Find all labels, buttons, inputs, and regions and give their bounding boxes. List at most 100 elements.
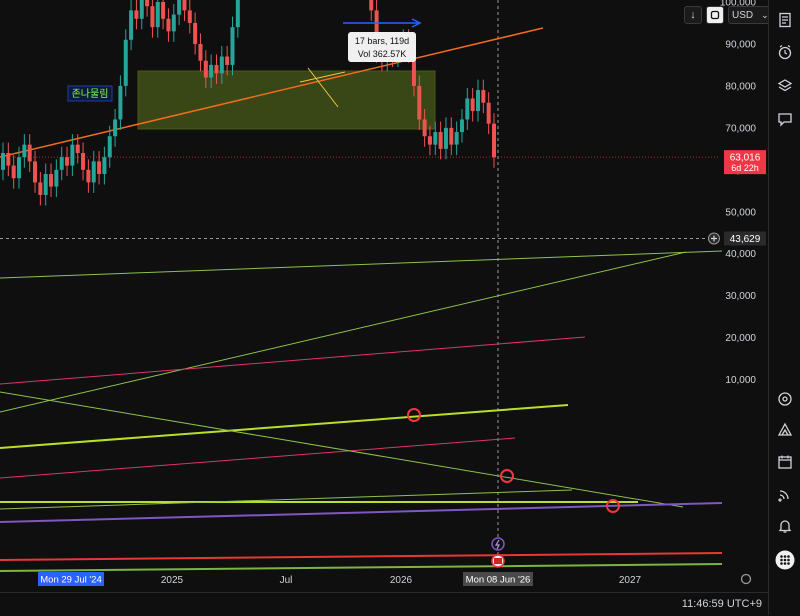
watchlist-icon[interactable] xyxy=(777,12,793,28)
candle-body xyxy=(465,98,470,120)
candle-body xyxy=(203,60,208,78)
candle-body xyxy=(171,14,176,32)
candle-body xyxy=(161,2,166,19)
annotation-label: 존나물림 xyxy=(72,88,109,100)
bell-icon[interactable] xyxy=(777,518,793,534)
candle-body xyxy=(486,102,491,124)
candle-body xyxy=(459,119,464,133)
zone-rectangle[interactable] xyxy=(137,70,436,130)
candle-body xyxy=(134,10,139,19)
candle-body xyxy=(113,119,118,137)
candle-body xyxy=(433,132,438,145)
right-sidebar xyxy=(768,0,800,615)
top-toolbar: ↓ USD ⌄ xyxy=(684,6,773,24)
price-label-countdown: 6d 22h xyxy=(731,163,759,173)
candle-body xyxy=(65,157,70,166)
candle-body xyxy=(225,56,230,65)
candle-body xyxy=(214,64,219,74)
candle-body xyxy=(118,85,123,120)
candle-body xyxy=(70,144,75,166)
candle-body xyxy=(59,157,64,170)
y-tick-label: 10,000 xyxy=(725,375,756,386)
ideas-icon[interactable] xyxy=(777,422,793,438)
y-tick-label: 70,000 xyxy=(725,123,756,134)
price-label-last-text: 63,016 xyxy=(730,153,761,164)
candle-body xyxy=(454,132,459,145)
date-badge-right-text: Mon 08 Jun '26 xyxy=(466,575,531,586)
date-badge-left-text: Mon 29 Jul '24 xyxy=(40,575,102,586)
x-tick-label: 2026 xyxy=(390,575,413,586)
candle-body xyxy=(33,161,38,183)
candle-body xyxy=(102,157,107,174)
price-chart[interactable]: 17 bars, 119dVol 362.57K존나물림 130,000120,… xyxy=(0,0,768,592)
candle-body xyxy=(427,136,432,145)
candle-body xyxy=(86,169,91,183)
candle-body xyxy=(177,0,182,15)
candle-body xyxy=(1,153,5,170)
candle-body xyxy=(38,182,43,195)
candle-body xyxy=(91,161,96,183)
candle-body xyxy=(155,2,160,28)
calendar-icon[interactable] xyxy=(777,454,793,470)
candle-body xyxy=(145,0,150,7)
candle-body xyxy=(235,0,240,28)
x-tick-label: 2027 xyxy=(619,575,642,586)
alarm-clock-icon[interactable] xyxy=(777,44,793,60)
candle-body xyxy=(198,43,203,61)
layers-icon[interactable] xyxy=(777,78,793,94)
candle-body xyxy=(475,90,480,112)
candle-body xyxy=(6,153,11,166)
candle-body xyxy=(193,22,198,44)
candle-body xyxy=(481,90,486,103)
candle-body xyxy=(129,10,134,40)
y-tick-label: 40,000 xyxy=(725,249,756,260)
candle-body xyxy=(187,10,192,23)
candle-body xyxy=(150,6,155,28)
tooltip-bars: 17 bars, 119d xyxy=(355,36,409,46)
candle-body xyxy=(107,136,112,158)
y-tick-label: 90,000 xyxy=(725,39,756,50)
candle-body xyxy=(219,56,224,74)
auto-scale-icon[interactable] xyxy=(706,6,724,24)
candle-body xyxy=(11,165,16,179)
price-label-crosshair-text: 43,629 xyxy=(730,234,761,245)
x-tick-label: Jul xyxy=(280,575,293,586)
x-tick-label: 2025 xyxy=(161,575,184,586)
candle-body xyxy=(209,64,214,78)
candle-body xyxy=(17,157,22,179)
down-arrow-button[interactable]: ↓ xyxy=(684,6,702,24)
candle-body xyxy=(123,39,128,86)
clock[interactable]: 11:46:59 UTC+9 xyxy=(682,598,762,610)
candle-body xyxy=(49,173,54,187)
candle-body xyxy=(230,27,235,65)
y-tick-label: 20,000 xyxy=(725,333,756,344)
candle-body xyxy=(43,173,48,195)
status-bar: 11:46:59 UTC+9 xyxy=(0,592,768,616)
candle-body xyxy=(443,127,448,149)
candle-body xyxy=(27,144,32,162)
y-tick-label: 80,000 xyxy=(725,81,756,92)
candle-body xyxy=(182,0,187,11)
candle-body xyxy=(369,0,374,11)
target-icon[interactable] xyxy=(777,391,793,407)
candle-body xyxy=(422,119,427,137)
currency-select[interactable]: USD ⌄ xyxy=(728,6,773,24)
candle-body xyxy=(417,85,422,120)
candle-body xyxy=(470,98,475,112)
candle-body xyxy=(449,127,454,145)
candle-body xyxy=(97,161,102,174)
y-tick-label: 30,000 xyxy=(725,291,756,302)
broadcast-icon[interactable] xyxy=(777,486,793,502)
candle-body xyxy=(438,132,443,149)
candle-body xyxy=(81,153,86,170)
flag-glyph xyxy=(494,558,502,564)
candle-body xyxy=(54,169,59,187)
y-tick-label: 50,000 xyxy=(725,207,756,218)
chat-icon[interactable] xyxy=(777,111,793,127)
candle-body xyxy=(75,144,80,154)
more-apps-icon[interactable] xyxy=(775,550,795,570)
candle-body xyxy=(139,0,144,19)
candle-body xyxy=(166,18,171,32)
candle-body xyxy=(22,144,27,158)
candle-body xyxy=(492,123,496,158)
